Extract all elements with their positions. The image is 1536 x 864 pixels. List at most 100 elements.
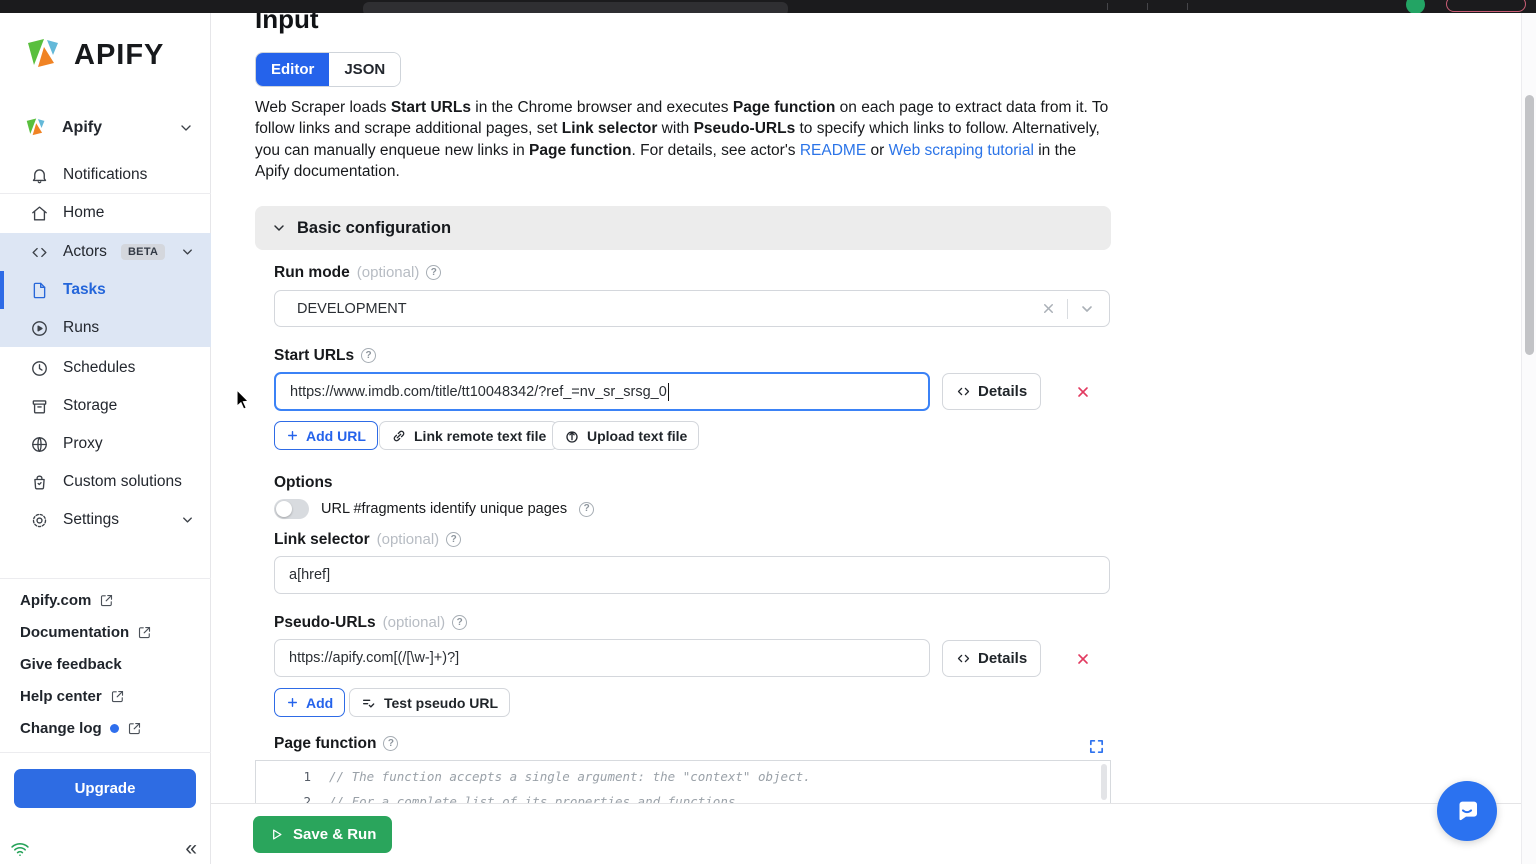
upload-icon [564, 428, 580, 444]
code-icon [956, 384, 971, 399]
sidebar-item-label: Actors [63, 243, 107, 261]
tab-editor[interactable]: Editor [256, 53, 329, 86]
help-icon[interactable] [579, 502, 594, 517]
scrollbar-thumb[interactable] [1525, 95, 1534, 355]
link-remote-text-file-button[interactable]: Link remote text file [379, 421, 558, 450]
sidebar-item-custom-solutions[interactable]: Custom solutions [0, 463, 211, 501]
beta-badge: BETA [121, 244, 165, 260]
add-pseudo-url-button[interactable]: Add [274, 688, 345, 717]
actor-description: Web Scraper loads Start URLs in the Chro… [255, 97, 1113, 183]
sidebar-item-runs[interactable]: Runs [0, 309, 211, 347]
description-text: in the Chrome browser and executes [471, 99, 733, 116]
description-text: or [866, 142, 888, 159]
link-selector-input[interactable]: a[href] [274, 556, 1110, 594]
link-icon [391, 428, 407, 444]
chevron-down-icon [180, 245, 195, 260]
expand-editor-icon[interactable] [1088, 738, 1105, 755]
code-line: 1// The function accepts a single argume… [256, 766, 1110, 786]
sidebar-item-settings[interactable]: Settings [0, 501, 211, 539]
sidebar-item-tasks[interactable]: Tasks [0, 271, 211, 309]
sidebar-item-label: Home [63, 204, 104, 222]
apify-logo-text: APIFY [74, 39, 164, 72]
sidebar: APIFY Apify Notifications Home Actors BET… [0, 13, 211, 864]
upload-text-file-button[interactable]: Upload text file [552, 421, 699, 450]
help-icon[interactable] [452, 615, 467, 630]
external-link-icon [110, 689, 125, 704]
remove-pseudo-url-icon[interactable] [1075, 651, 1091, 667]
sidebar-item-notifications[interactable]: Notifications [0, 156, 211, 194]
wifi-status-icon [8, 839, 32, 859]
start-url-input[interactable]: https://www.imdb.com/title/tt10048342/?r… [274, 372, 930, 411]
sidebar-link-documentation[interactable]: Documentation [20, 616, 200, 648]
sidebar-link-give-feedback[interactable]: Give feedback [20, 648, 200, 680]
sidebar-item-label: Proxy [63, 435, 103, 453]
sidebar-item-schedules[interactable]: Schedules [0, 349, 211, 387]
emphasis-text: Start URLs [391, 99, 471, 116]
section-title: Basic configuration [297, 219, 451, 238]
upgrade-button[interactable]: Upgrade [14, 769, 196, 808]
pseudo-url-details-button[interactable]: Details [942, 640, 1041, 677]
field-label: Pseudo-URLs [274, 614, 376, 632]
editor-json-tabs: Editor JSON [255, 52, 401, 87]
clear-icon[interactable] [1041, 301, 1056, 316]
doc-link[interactable]: Web scraping tutorial [889, 142, 1034, 159]
page-scrollbar[interactable] [1521, 13, 1536, 864]
help-icon[interactable] [383, 736, 398, 751]
collapse-sidebar-icon[interactable]: « [185, 838, 197, 859]
sidebar-bottom-bar: « [0, 833, 211, 864]
workspace-selector[interactable]: Apify [22, 110, 194, 146]
editor-scrollbar[interactable] [1101, 764, 1107, 800]
sidebar-item-actors[interactable]: Actors BETA [0, 233, 211, 271]
chat-widget-button[interactable] [1437, 781, 1497, 841]
field-label: Link selector [274, 531, 370, 549]
sidebar-nav-top: Notifications [0, 156, 211, 194]
link-label: Change log [20, 720, 102, 737]
start-url-details-button[interactable]: Details [942, 373, 1041, 410]
run-mode-select[interactable]: DEVELOPMENT [274, 290, 1110, 327]
workspace-name: Apify [62, 119, 102, 137]
browser-chrome-bar [0, 0, 1536, 13]
sidebar-item-storage[interactable]: Storage [0, 387, 211, 425]
add-url-button[interactable]: Add URL [274, 421, 378, 450]
save-and-run-button[interactable]: Save & Run [253, 816, 392, 853]
save-run-label: Save & Run [293, 826, 376, 843]
tab-json[interactable]: JSON [329, 53, 400, 86]
doc-link[interactable]: README [800, 142, 866, 159]
apify-mark-icon [22, 115, 48, 141]
globe-icon [30, 435, 49, 454]
options-toggle-row: URL #fragments identify unique pages [274, 499, 594, 519]
sidebar-item-label: Storage [63, 397, 117, 415]
emphasis-text: Link selector [562, 120, 658, 137]
action-footer: Save & Run [211, 803, 1521, 864]
toolbar-separator [1107, 3, 1108, 10]
sidebar-link-help-center[interactable]: Help center [20, 680, 200, 712]
run-mode-value: DEVELOPMENT [297, 301, 407, 317]
link-selector-label-row: Link selector (optional) [274, 531, 461, 548]
basic-configuration-header[interactable]: Basic configuration [255, 206, 1111, 250]
help-icon[interactable] [426, 265, 441, 280]
test-pseudo-url-button[interactable]: Test pseudo URL [349, 688, 510, 717]
active-indicator [0, 271, 4, 309]
chat-bubble-icon [1452, 796, 1482, 826]
sidebar-item-proxy[interactable]: Proxy [0, 425, 211, 463]
help-icon[interactable] [446, 532, 461, 547]
sidebar-item-home[interactable]: Home [0, 194, 211, 232]
browser-pill-button[interactable] [1446, 0, 1526, 12]
test-pseudo-label: Test pseudo URL [384, 695, 498, 711]
field-label: Run mode [274, 264, 350, 282]
fragments-toggle[interactable] [274, 499, 309, 519]
help-icon[interactable] [361, 348, 376, 363]
pseudo-url-input[interactable]: https://apify.com[(/[\w-]+)?] [274, 639, 930, 677]
sidebar-link-change-log[interactable]: Change log [20, 712, 200, 744]
field-label: Page function [274, 735, 376, 753]
apify-logo[interactable]: APIFY [20, 33, 164, 77]
sidebar-link-apify-com[interactable]: Apify.com [20, 584, 200, 616]
remove-start-url-icon[interactable] [1075, 384, 1091, 400]
link-label: Apify.com [20, 592, 91, 609]
chevron-down-icon[interactable] [1079, 301, 1095, 317]
browser-profile-avatar[interactable] [1406, 0, 1425, 14]
toggle-knob [276, 501, 292, 517]
description-text: Web Scraper loads [255, 99, 391, 116]
description-text: . For details, see actor's [632, 142, 800, 159]
link-label: Give feedback [20, 656, 122, 673]
